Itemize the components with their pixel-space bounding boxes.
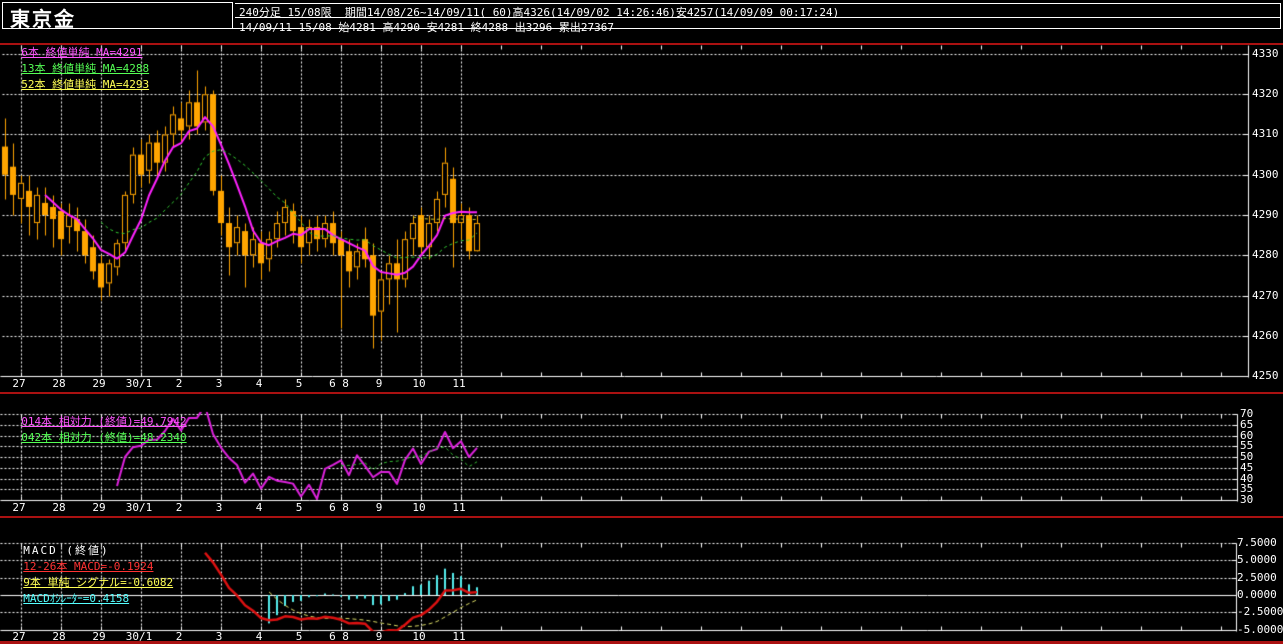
header-right-border	[1280, 3, 1281, 29]
macd-oscillator-legend: MACDｵｼﾚｰﾀｰ=0.4158	[23, 592, 130, 605]
ma-legend: 6本 終値単純 MA=4291 13本 終値単純 MA=4288 52本 終値単…	[8, 31, 161, 92]
rsi42-legend: 042本 相対力 (終値)=48.2340	[21, 431, 187, 444]
header-mid-border	[235, 17, 1281, 18]
ma52-legend: 52本 終値単純 MA=4293	[21, 78, 150, 91]
separator-rsi-macd	[0, 516, 1283, 518]
ma6-legend: 6本 終値単純 MA=4291	[21, 46, 143, 59]
separator-header	[0, 43, 1283, 45]
rsi-legend: 014本 相対力 (終値)=49.7942 042本 相対力 (終値)=48.2…	[8, 400, 199, 445]
header-bottom-border	[233, 28, 1281, 29]
macd-title-legend: MACD (終値)	[23, 544, 110, 557]
ma13-legend: 13本 終値単純 MA=4288	[21, 62, 150, 75]
quote-label: 14/09/11 15/08 始4281 高4290 安4281 終4288 出…	[239, 21, 615, 34]
macd-line-legend: 12-26本 MACD=-0.1924	[23, 560, 154, 573]
rsi14-legend: 014本 相対力 (終値)=49.7942	[21, 415, 187, 428]
macd-legend: MACD (終値) 12-26本 MACD=-0.1924 9本 単純 シグナル…	[10, 529, 185, 606]
chart-canvas[interactable]	[0, 0, 1283, 644]
separator-main-rsi	[0, 392, 1283, 394]
macd-signal-legend: 9本 単純 シグナル=-0.6082	[23, 576, 174, 589]
